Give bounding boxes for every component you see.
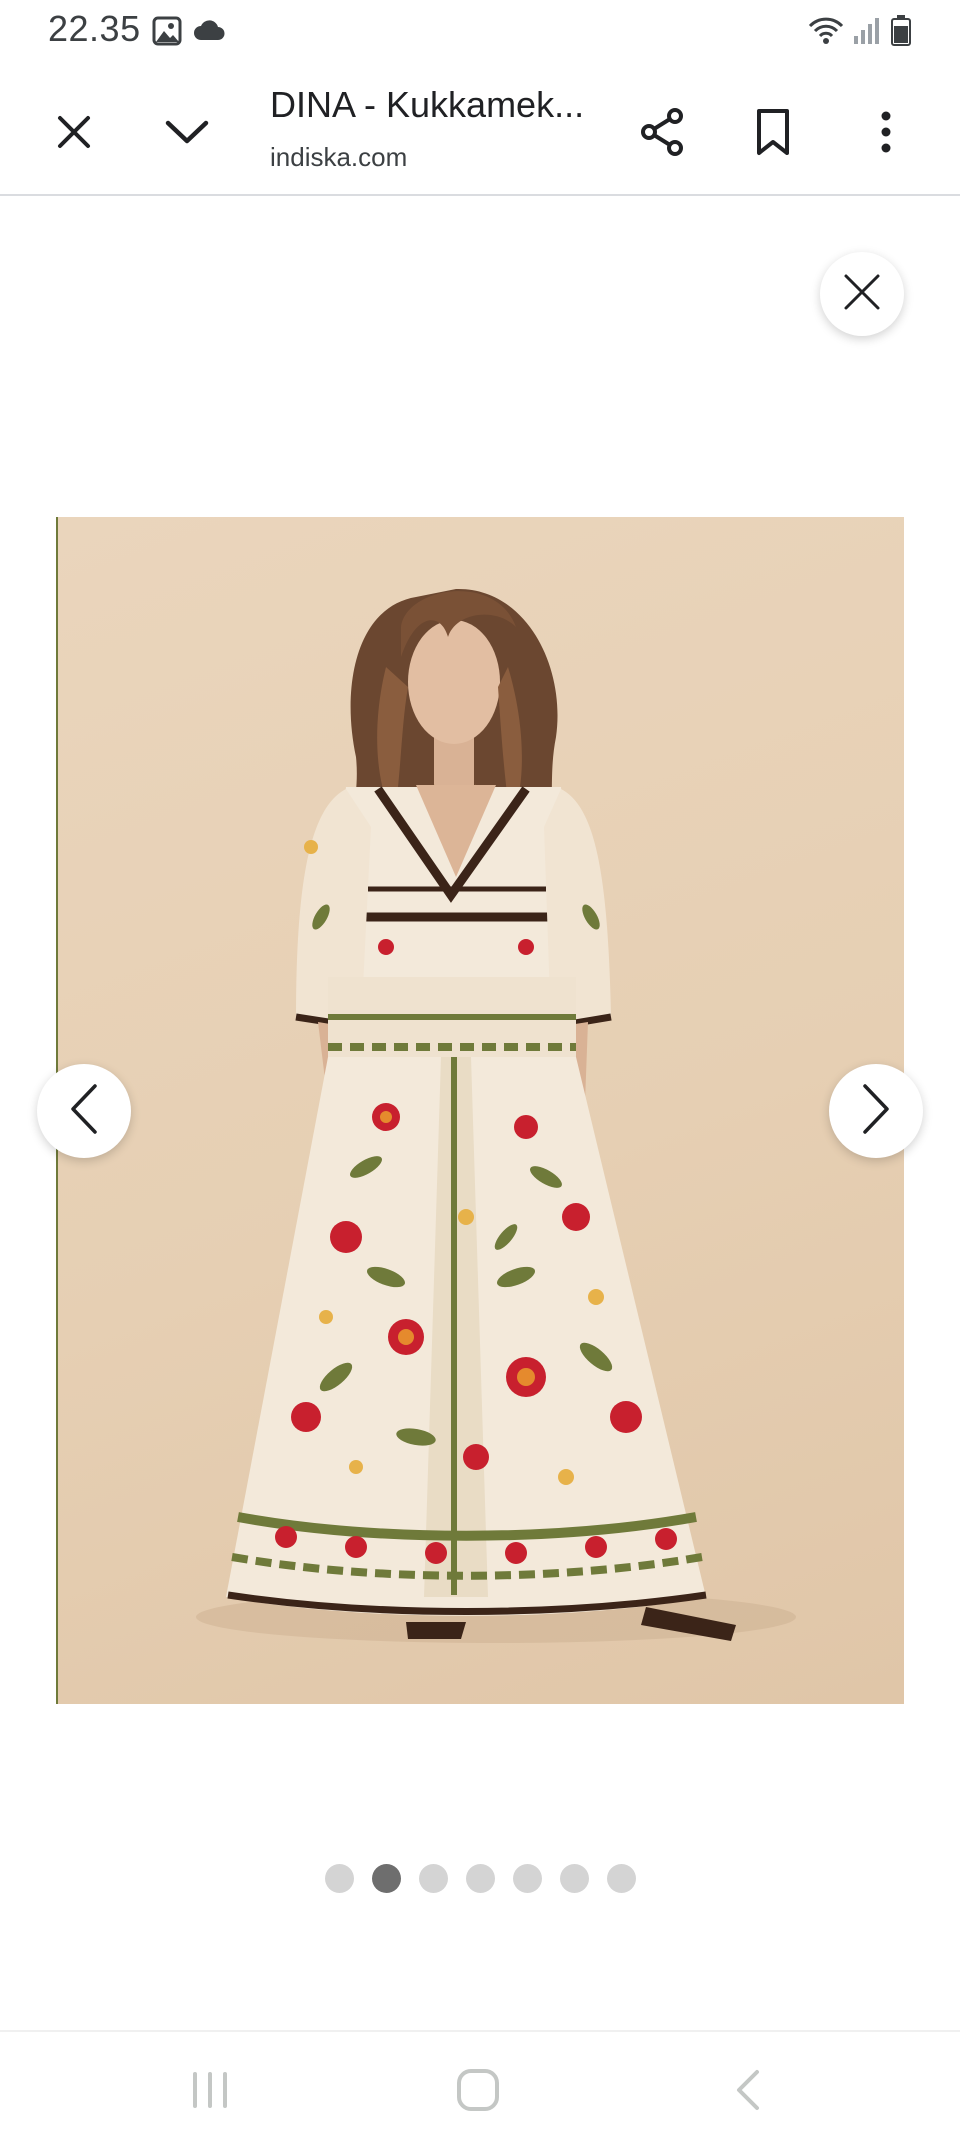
back-icon [733, 2068, 763, 2117]
status-time: 22.35 [48, 8, 141, 49]
next-image-button[interactable] [829, 1064, 923, 1158]
share-button[interactable] [624, 96, 700, 172]
pagination-dot[interactable] [512, 1864, 542, 1893]
recents-icon [189, 2070, 231, 2115]
more-options-button[interactable] [848, 96, 924, 172]
product-image[interactable] [56, 517, 904, 1704]
close-icon [54, 112, 94, 157]
close-tab-button[interactable] [36, 96, 112, 172]
gallery-icon [152, 16, 182, 51]
previous-image-button[interactable] [37, 1064, 131, 1158]
page-title: DINA - Kukkamek... [270, 84, 585, 125]
page-domain: indiska.com [270, 142, 408, 172]
cloud-icon [192, 18, 226, 47]
home-button[interactable] [428, 2062, 528, 2122]
close-icon [842, 272, 882, 317]
pagination-dot[interactable] [559, 1864, 589, 1893]
battery-icon [890, 14, 912, 51]
recents-button[interactable] [160, 2062, 260, 2122]
status-bar: 22.35 [0, 0, 960, 62]
pagination-dot[interactable] [324, 1864, 354, 1893]
pagination-dot[interactable] [606, 1864, 636, 1893]
close-viewer-button[interactable] [820, 252, 904, 336]
more-vert-icon [879, 110, 893, 159]
model-dress-illustration [196, 588, 796, 1643]
image-pagination [0, 1864, 960, 1893]
pagination-dot[interactable] [465, 1864, 495, 1893]
system-navigation-bar [0, 2030, 960, 2142]
pagination-dot[interactable] [418, 1864, 448, 1893]
custom-tab-toolbar: DINA - Kukkamek... indiska.com [0, 62, 960, 196]
pagination-dot-active[interactable] [371, 1864, 401, 1893]
signal-icon [852, 16, 880, 51]
home-icon [455, 2067, 501, 2118]
wifi-icon [808, 16, 844, 51]
chevron-down-icon [164, 117, 210, 152]
back-button[interactable] [698, 2062, 798, 2122]
chevron-right-icon [861, 1083, 891, 1140]
bookmark-button[interactable] [735, 96, 811, 172]
share-icon [638, 107, 686, 162]
chevron-left-icon [69, 1083, 99, 1140]
minimize-button[interactable] [149, 96, 225, 172]
bookmark-icon [753, 108, 793, 161]
